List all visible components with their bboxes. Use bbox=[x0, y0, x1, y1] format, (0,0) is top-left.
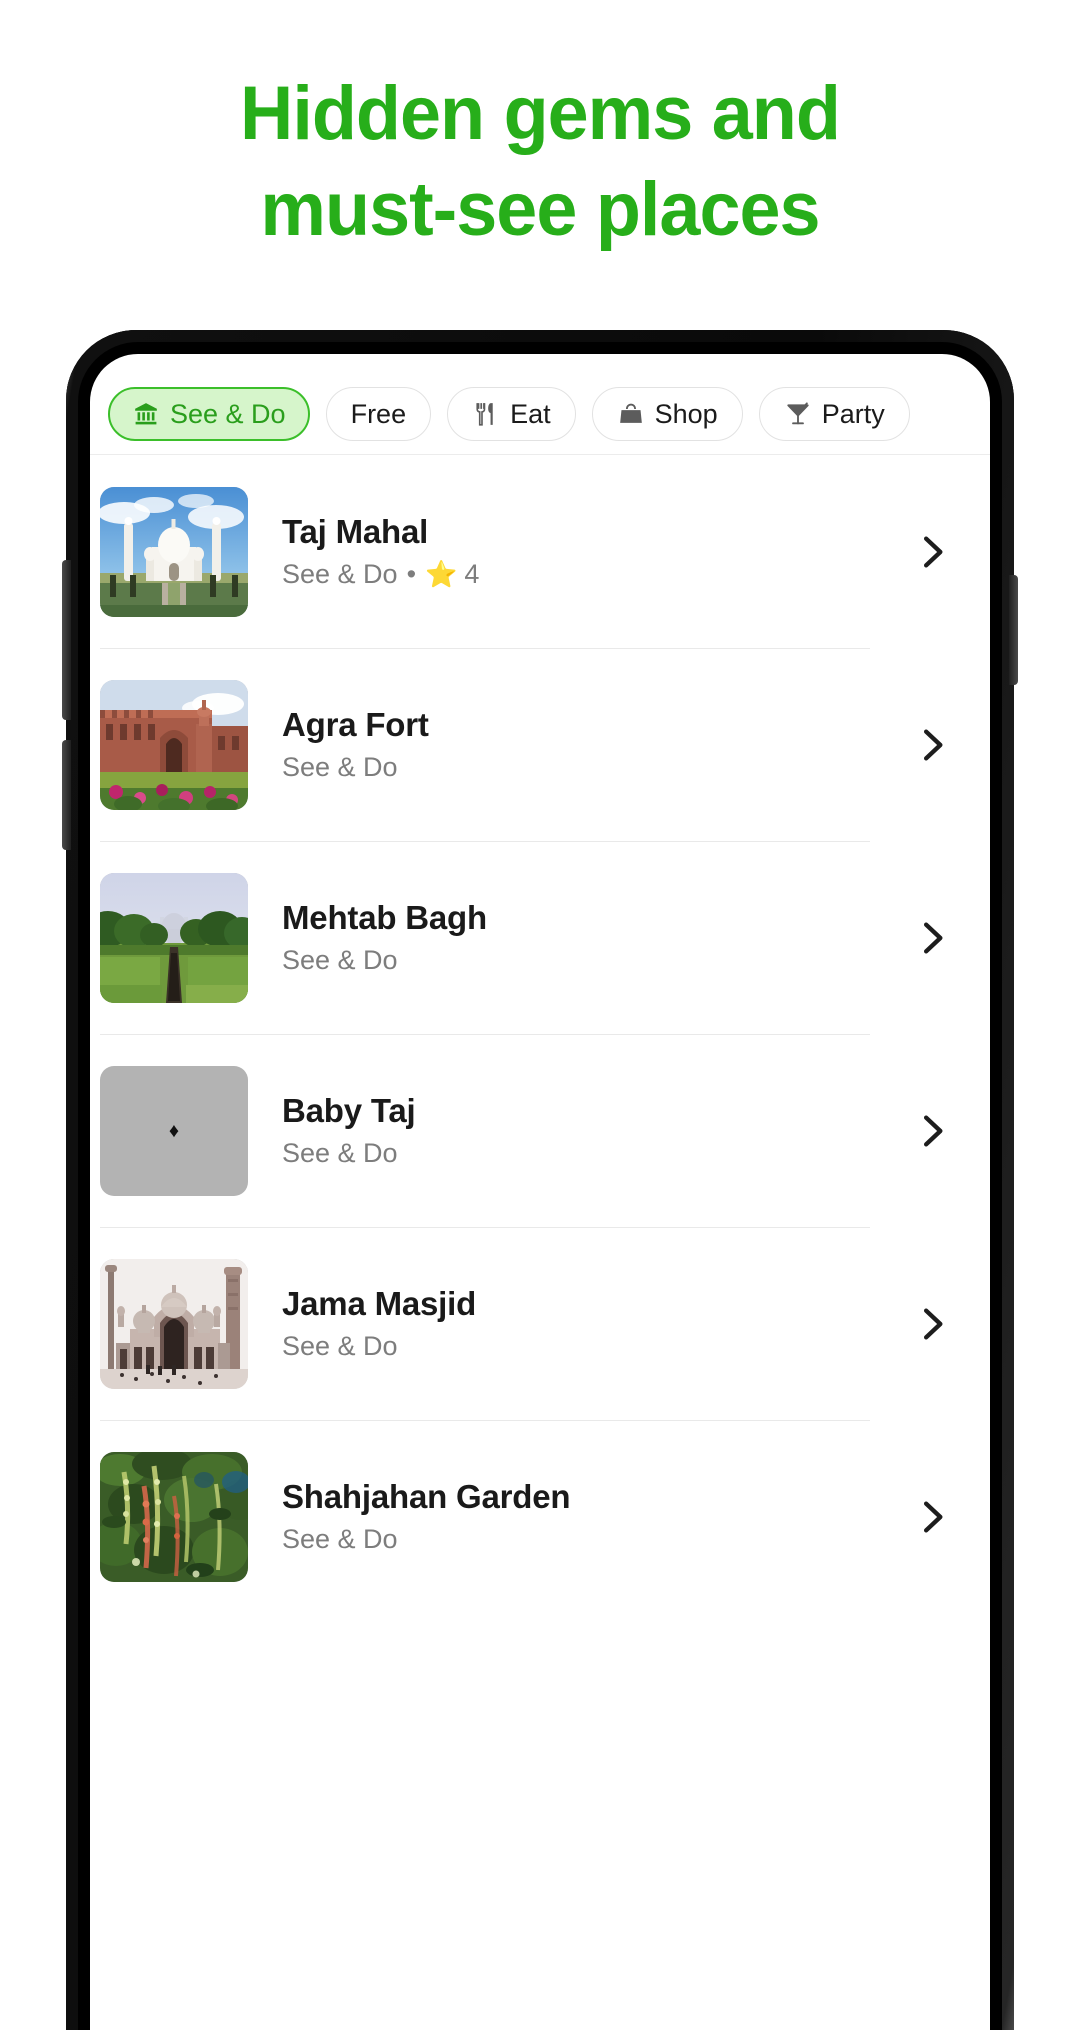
filter-chip-label: Shop bbox=[654, 398, 718, 429]
chevron-right-icon[interactable] bbox=[910, 1497, 954, 1537]
filter-chip-label: Free bbox=[350, 398, 407, 429]
list-item-text: Shahjahan Garden See & Do bbox=[248, 1478, 910, 1556]
list-item[interactable]: Mehtab Bagh See & Do bbox=[90, 841, 990, 1034]
filter-chip-label: See & Do bbox=[170, 398, 286, 429]
chevron-right-icon[interactable] bbox=[910, 725, 954, 765]
star-icon: ⭐ bbox=[425, 559, 458, 590]
filter-chip-label: Party bbox=[821, 398, 885, 429]
chevron-right-icon[interactable] bbox=[910, 1111, 954, 1151]
filter-chip-see-and-do[interactable]: See & Do bbox=[108, 387, 310, 441]
chevron-right-icon[interactable] bbox=[910, 1304, 954, 1344]
headline-line-1: Hidden gems and bbox=[240, 71, 841, 156]
list-item[interactable]: Agra Fort See & Do bbox=[90, 648, 990, 841]
list-item[interactable]: ♦ Baby Taj See & Do bbox=[90, 1034, 990, 1227]
cocktail-icon bbox=[784, 400, 812, 428]
list-item-rating: 4 bbox=[464, 559, 480, 590]
museum-icon bbox=[132, 400, 160, 428]
list-item[interactable]: Shahjahan Garden See & Do bbox=[90, 1420, 990, 1613]
thumbnail-mehtab-bagh bbox=[100, 872, 248, 1003]
filter-chip-shop[interactable]: Shop bbox=[591, 387, 743, 441]
filter-chip-free[interactable]: Free bbox=[325, 387, 432, 441]
list-item-title: Baby Taj bbox=[282, 1091, 416, 1129]
list-item-text: Jama Masjid See & Do bbox=[248, 1285, 910, 1363]
list-item-text: Taj Mahal See & Do • ⭐ 4 bbox=[248, 513, 910, 591]
list-item[interactable]: Taj Mahal See & Do • ⭐ 4 bbox=[90, 455, 990, 648]
list-item-category: See & Do bbox=[282, 1138, 398, 1169]
phone-mockup: See & Do Free Eat Shop Party Taj Mahal S… bbox=[62, 330, 1018, 2030]
list-item-subtitle: See & Do bbox=[282, 1524, 910, 1555]
list-item-category: See & Do bbox=[282, 1331, 398, 1362]
list-item-title: Agra Fort bbox=[282, 705, 429, 743]
list-item-title: Taj Mahal bbox=[282, 512, 429, 550]
filter-chip-label: Eat bbox=[510, 398, 551, 429]
power-button[interactable] bbox=[1009, 575, 1018, 685]
phone-screen: See & Do Free Eat Shop Party Taj Mahal S… bbox=[90, 354, 990, 2030]
shopping-bag-icon bbox=[617, 400, 645, 428]
list-item-subtitle: See & Do bbox=[282, 945, 910, 976]
thumbnail-agra-fort bbox=[100, 679, 248, 810]
list-item-category: See & Do bbox=[282, 559, 398, 590]
broken-image-glyph: ♦ bbox=[168, 1119, 180, 1142]
list-item-text: Mehtab Bagh See & Do bbox=[248, 899, 910, 977]
list-item-text: Agra Fort See & Do bbox=[248, 706, 910, 784]
list-item-title: Shahjahan Garden bbox=[282, 1477, 571, 1515]
chevron-right-icon[interactable] bbox=[910, 532, 954, 572]
page-headline: Hidden gems and must-see places bbox=[16, 66, 1064, 258]
thumbnail-shahjahan-garden bbox=[100, 1451, 248, 1582]
subtitle-separator: • bbox=[406, 559, 417, 590]
headline-line-2: must-see places bbox=[260, 167, 820, 252]
list-item-category: See & Do bbox=[282, 752, 398, 783]
list-item-title: Jama Masjid bbox=[282, 1284, 477, 1322]
chevron-right-icon[interactable] bbox=[910, 918, 954, 958]
thumbnail-jama-masjid bbox=[100, 1258, 248, 1389]
list-item-title: Mehtab Bagh bbox=[282, 898, 487, 936]
thumbnail-placeholder: ♦ bbox=[100, 1065, 248, 1196]
filter-chip-party[interactable]: Party bbox=[758, 387, 910, 441]
list-item-subtitle: See & Do • ⭐ 4 bbox=[282, 559, 910, 590]
filter-chip-row[interactable]: See & Do Free Eat Shop Party bbox=[90, 376, 990, 452]
list-item-subtitle: See & Do bbox=[282, 1138, 910, 1169]
list-item-subtitle: See & Do bbox=[282, 1331, 910, 1362]
list-item-subtitle: See & Do bbox=[282, 752, 910, 783]
list-item[interactable]: Jama Masjid See & Do bbox=[90, 1227, 990, 1420]
list-item-category: See & Do bbox=[282, 1524, 398, 1555]
volume-down-button[interactable] bbox=[62, 740, 71, 850]
place-list: Taj Mahal See & Do • ⭐ 4 Agra Fort See &… bbox=[90, 455, 990, 1613]
cutlery-icon bbox=[472, 400, 500, 428]
list-item-category: See & Do bbox=[282, 945, 398, 976]
filter-chip-eat[interactable]: Eat bbox=[447, 387, 576, 441]
list-item-text: Baby Taj See & Do bbox=[248, 1092, 910, 1170]
thumbnail-taj-mahal bbox=[100, 486, 248, 617]
volume-up-button[interactable] bbox=[62, 560, 71, 720]
